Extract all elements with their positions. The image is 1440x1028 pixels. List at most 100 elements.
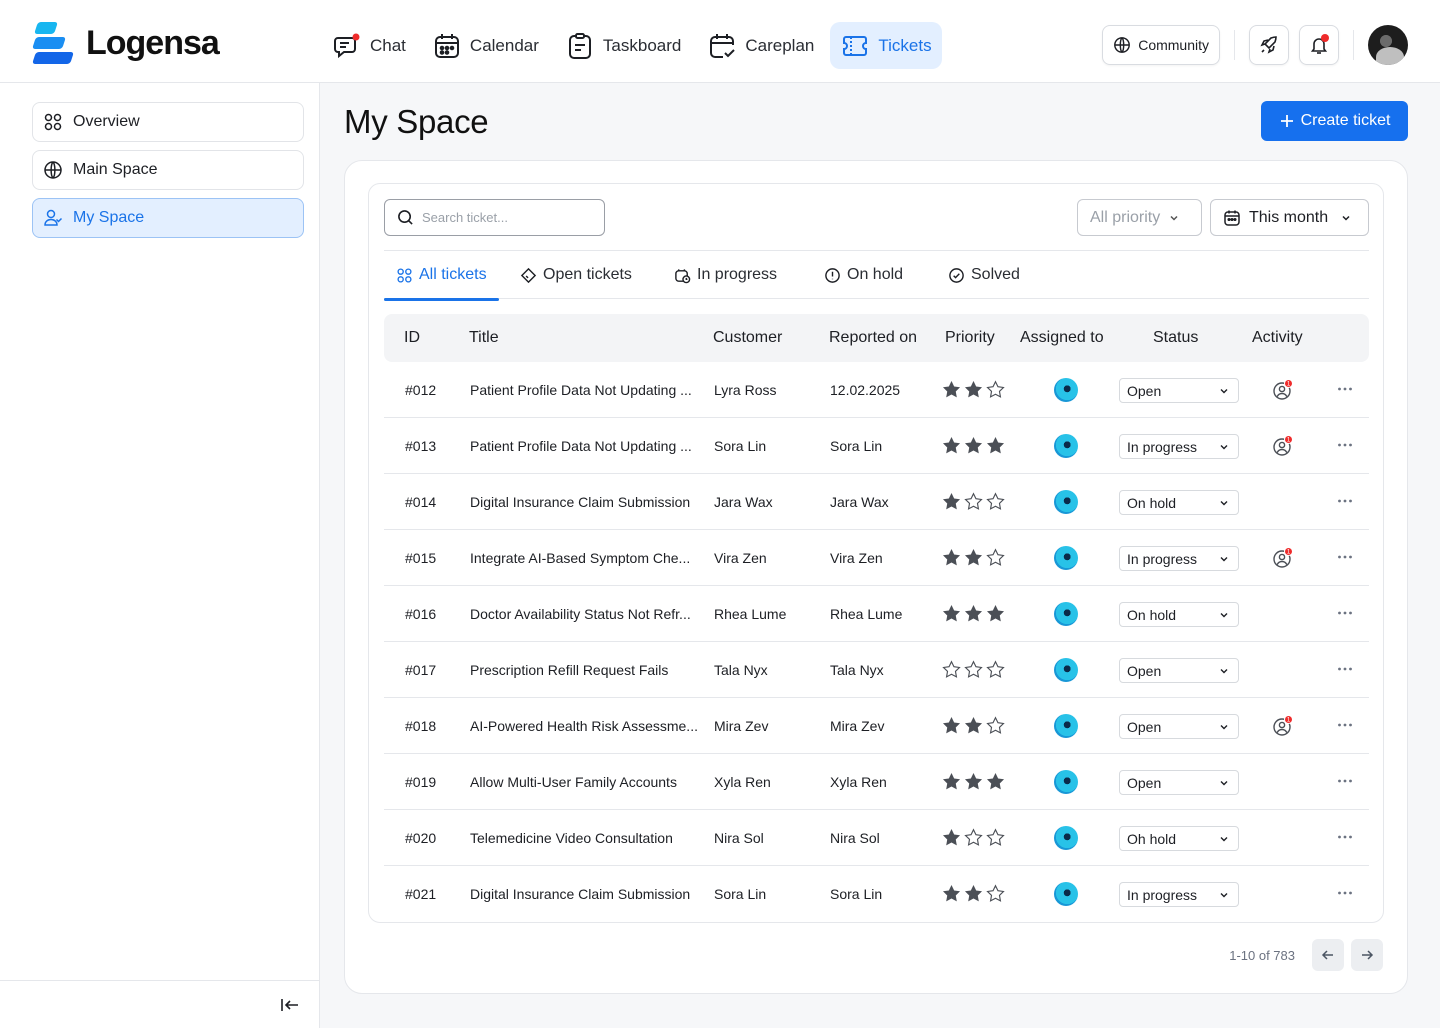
table-row[interactable]: #014 Digital Insurance Claim Submission Ja… [384,474,1369,530]
priority-filter[interactable]: All priority [1077,199,1202,236]
table-row[interactable]: #012 Patient Profile Data Not Updating ..… [384,362,1369,418]
logo[interactable]: Logensa [32,22,220,64]
launch-button[interactable] [1249,25,1289,65]
activity-indicator[interactable]: 1 [1272,547,1294,569]
star-filled-icon [942,436,961,457]
status-value: Open [1127,774,1162,791]
more-actions-button[interactable] [1336,604,1354,625]
table-row[interactable]: #015 Integrate AI-Based Symptom Che... Vir… [384,530,1369,586]
tab-all-tickets[interactable]: All tickets [384,251,499,301]
star-filled-icon [964,604,983,625]
tab-in-progress[interactable]: In progress [674,251,777,299]
user-avatar[interactable] [1368,25,1408,65]
ticket-title[interactable]: Digital Insurance Claim Submission [470,886,702,902]
assignee-avatar[interactable] [1054,434,1078,458]
status-select[interactable]: Open [1119,770,1239,795]
ticket-title[interactable]: Telemedicine Video Consultation [470,830,702,846]
table-row[interactable]: #021 Digital Insurance Claim Submission So… [384,866,1369,922]
nav-calendar[interactable]: Calendar [422,22,549,69]
more-actions-button[interactable] [1336,828,1354,849]
assignee-avatar[interactable] [1054,490,1078,514]
date-filter[interactable]: This month [1210,199,1369,236]
ticket-reported-on: Mira Zev [830,718,885,734]
status-select[interactable]: In progress [1119,882,1239,907]
ticket-title[interactable]: Patient Profile Data Not Updating ... [470,382,702,398]
nav-careplan[interactable]: Careplan [697,22,824,69]
ticket-title[interactable]: Doctor Availability Status Not Refr... [470,606,702,622]
status-select[interactable]: Open [1119,378,1239,403]
status-select[interactable]: In progress [1119,546,1239,571]
search-input[interactable] [422,210,592,225]
assignee-avatar[interactable] [1054,546,1078,570]
assignee-avatar[interactable] [1054,770,1078,794]
user-activity-icon: 1 [1273,547,1293,568]
user-activity-icon: 1 [1273,379,1293,400]
star-empty-icon [986,828,1005,849]
alert-circle-icon [825,267,840,283]
tab-solved[interactable]: Solved [948,251,1020,299]
sidebar-item-main-space[interactable]: Main Space [32,150,304,190]
assignee-avatar[interactable] [1054,378,1078,402]
activity-indicator[interactable]: 1 [1272,715,1294,737]
status-select[interactable]: Oh hold [1119,826,1239,851]
ticket-title[interactable]: Integrate AI-Based Symptom Che... [470,550,702,566]
next-page-button[interactable] [1351,939,1383,971]
ticket-title[interactable]: Digital Insurance Claim Submission [470,494,702,510]
more-actions-button[interactable] [1336,716,1354,737]
table-row[interactable]: #019 Allow Multi-User Family Accounts Xyla… [384,754,1369,810]
tab-on-hold[interactable]: On hold [824,251,903,299]
more-actions-button[interactable] [1336,660,1354,681]
status-select[interactable]: On hold [1119,602,1239,627]
ticket-reported-on: Rhea Lume [830,606,903,622]
create-ticket-button[interactable]: Create ticket [1261,101,1408,141]
activity-indicator[interactable]: 1 [1272,379,1294,401]
more-actions-button[interactable] [1336,772,1354,793]
ticket-title[interactable]: AI-Powered Health Risk Assessme... [470,718,702,734]
ticket-customer: Mira Zev [714,718,769,734]
ticket-customer: Jara Wax [714,494,773,510]
nav-chat[interactable]: Chat [322,22,416,69]
ticket-title[interactable]: Allow Multi-User Family Accounts [470,774,702,790]
status-select[interactable]: In progress [1119,434,1239,459]
status-select[interactable]: Open [1119,658,1239,683]
assignee-avatar[interactable] [1054,882,1078,906]
more-actions-button[interactable] [1336,492,1354,513]
more-actions-button[interactable] [1336,380,1354,401]
ticket-title[interactable]: Prescription Refill Request Fails [470,662,702,678]
status-select[interactable]: Open [1119,714,1239,739]
activity-indicator[interactable]: 1 [1272,435,1294,457]
user-activity-icon: 1 [1273,435,1293,456]
more-actions-button[interactable] [1336,436,1354,457]
globe-icon [1114,37,1131,53]
nav-taskboard[interactable]: Taskboard [555,22,691,69]
assignee-avatar[interactable] [1054,602,1078,626]
table-row[interactable]: #013 Patient Profile Data Not Updating ..… [384,418,1369,474]
sidebar-item-overview[interactable]: Overview [32,102,304,142]
assignee-avatar[interactable] [1054,658,1078,682]
more-actions-button[interactable] [1336,884,1354,905]
star-empty-icon [986,548,1005,569]
priority-stars [942,548,1005,569]
community-label: Community [1138,37,1209,53]
table-row[interactable]: #017 Prescription Refill Request Fails Tal… [384,642,1369,698]
prev-page-button[interactable] [1312,939,1344,971]
tab-open-tickets[interactable]: Open tickets [520,251,632,299]
priority-stars [942,716,1005,737]
collapse-sidebar-button[interactable] [278,993,302,1017]
table-row[interactable]: #018 AI-Powered Health Risk Assessme... Mi… [384,698,1369,754]
table-row[interactable]: #016 Doctor Availability Status Not Refr.… [384,586,1369,642]
ticket-title[interactable]: Patient Profile Data Not Updating ... [470,438,702,454]
search-box[interactable] [384,199,605,236]
more-horizontal-icon [1338,555,1352,559]
users-icon [44,209,63,226]
assignee-avatar[interactable] [1054,826,1078,850]
community-button[interactable]: Community [1102,25,1220,65]
sidebar-item-my-space[interactable]: My Space [32,198,304,238]
table-row[interactable]: #020 Telemedicine Video Consultation Nira … [384,810,1369,866]
status-select[interactable]: On hold [1119,490,1239,515]
assignee-avatar[interactable] [1054,714,1078,738]
notifications-button[interactable] [1299,25,1339,65]
more-actions-button[interactable] [1336,548,1354,569]
more-horizontal-icon [1338,443,1352,447]
nav-tickets[interactable]: Tickets [830,22,942,69]
